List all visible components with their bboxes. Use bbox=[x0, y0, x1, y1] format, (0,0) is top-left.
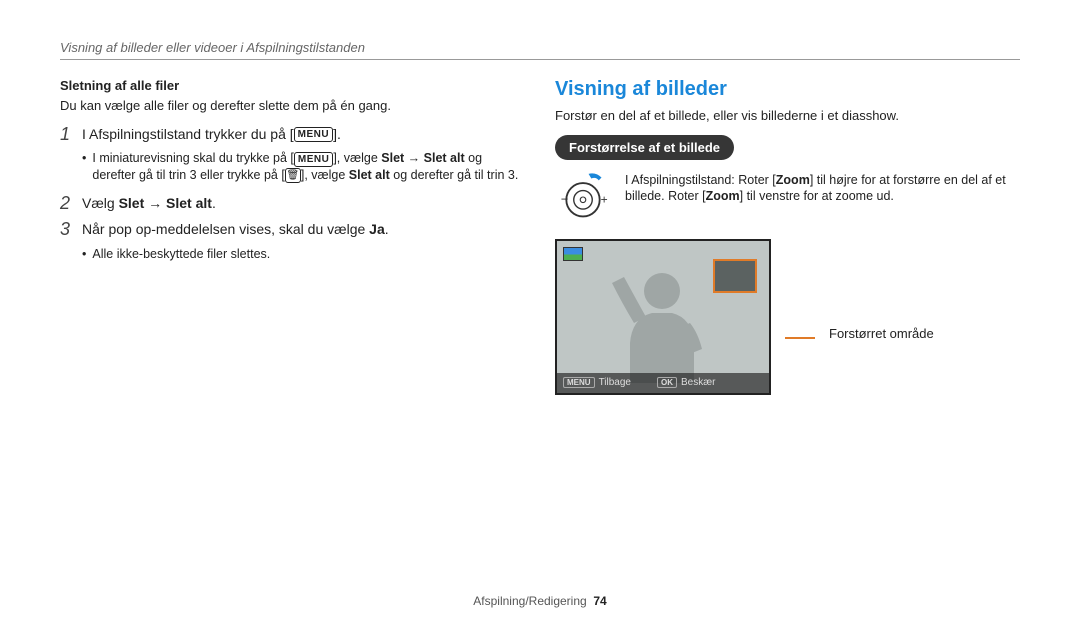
bullet-bold: Slet alt bbox=[424, 151, 465, 165]
bullet-item: Alle ikke-beskyttede filer slettes. bbox=[82, 246, 525, 263]
callout-label: Forstørret område bbox=[829, 326, 934, 341]
zoom-bold: Zoom bbox=[706, 189, 740, 203]
menu-button-icon: MENU bbox=[563, 377, 595, 388]
pill-label: Forstørrelse af et billede bbox=[555, 135, 734, 160]
ok-button-icon: OK bbox=[657, 377, 677, 388]
magnified-area bbox=[713, 259, 757, 293]
step-number: 3 bbox=[60, 220, 82, 240]
back-label: Tilbage bbox=[599, 377, 631, 388]
step-body: Vælg Slet → Slet alt. bbox=[82, 194, 525, 213]
section-title: Visning af billeder bbox=[555, 78, 1020, 101]
step-2: 2 Vælg Slet → Slet alt. bbox=[60, 194, 525, 214]
step-text: . bbox=[212, 195, 216, 211]
thumbnail-icon bbox=[563, 247, 583, 261]
divider bbox=[60, 59, 1020, 60]
step-text: . bbox=[385, 221, 389, 237]
leader-line bbox=[785, 337, 815, 339]
breadcrumb: Visning af billeder eller videoer i Afsp… bbox=[60, 40, 1020, 55]
step1-bullets: I miniaturevisning skal du trykke på [ME… bbox=[82, 150, 525, 184]
menu-icon: MENU bbox=[294, 152, 333, 167]
steps-list-cont: 2 Vælg Slet → Slet alt. 3 Når pop op-med… bbox=[60, 194, 525, 240]
menu-icon: MENU bbox=[294, 127, 333, 142]
content-columns: Sletning af alle filer Du kan vælge alle… bbox=[60, 78, 1020, 395]
bullet-text: Alle ikke-beskyttede filer slettes. bbox=[92, 246, 270, 263]
bullet-bold: Slet bbox=[381, 151, 404, 165]
bullet-text: I miniaturevisning skal du trykke på [ bbox=[92, 151, 293, 165]
zoom-text-part: I Afspilningstilstand: Roter [ bbox=[625, 173, 776, 187]
arrow: → bbox=[404, 151, 423, 165]
right-intro: Forstør en del af et billede, eller vis … bbox=[555, 107, 1020, 125]
zoom-row: − + I Afspilningstilstand: Roter [Zoom] … bbox=[555, 172, 1020, 225]
zoom-bold: Zoom bbox=[776, 173, 810, 187]
bullet-text: ], vælge bbox=[333, 151, 381, 165]
step-number: 2 bbox=[60, 194, 82, 214]
arrow: → bbox=[144, 195, 166, 211]
step-text: ]. bbox=[333, 126, 341, 142]
zoom-dial-icon: − + bbox=[555, 172, 611, 225]
crop-label: Beskær bbox=[681, 377, 715, 388]
svg-text:+: + bbox=[601, 192, 608, 206]
steps-list: 1 I Afspilningstilstand trykker du på [M… bbox=[60, 125, 525, 145]
step-bold: Slet bbox=[119, 195, 145, 211]
screen-block: MENU Tilbage OK Beskær Forstørret område bbox=[555, 239, 1020, 395]
screen-bottom-bar: MENU Tilbage OK Beskær bbox=[557, 373, 769, 393]
step-body: I Afspilningstilstand trykker du på [MEN… bbox=[82, 125, 525, 144]
bullet-text: ], vælge bbox=[301, 168, 349, 182]
trash-icon: 🗑 bbox=[285, 168, 301, 183]
camera-screen: MENU Tilbage OK Beskær bbox=[555, 239, 771, 395]
step-bold: Slet alt bbox=[166, 195, 212, 211]
right-column: Visning af billeder Forstør en del af et… bbox=[555, 78, 1020, 395]
step-body: Når pop op-meddelelsen vises, skal du væ… bbox=[82, 220, 525, 239]
step-text: Når pop op-meddelelsen vises, skal du væ… bbox=[82, 221, 369, 237]
left-heading: Sletning af alle filer bbox=[60, 78, 525, 93]
bullet-text: og derefter gå til trin 3. bbox=[390, 168, 519, 182]
left-intro: Du kan vælge alle filer og derefter slet… bbox=[60, 97, 525, 115]
step-1: 1 I Afspilningstilstand trykker du på [M… bbox=[60, 125, 525, 145]
bullet-item: I miniaturevisning skal du trykke på [ME… bbox=[82, 150, 525, 184]
zoom-description: I Afspilningstilstand: Roter [Zoom] til … bbox=[625, 172, 1020, 206]
footer-section: Afspilning/Redigering bbox=[473, 594, 586, 608]
bullet-bold: Slet alt bbox=[349, 168, 390, 182]
zoom-text-part: ] til venstre for at zoome ud. bbox=[740, 189, 894, 203]
step-text: Vælg bbox=[82, 195, 119, 211]
step-bold: Ja bbox=[369, 221, 385, 237]
page-footer: Afspilning/Redigering 74 bbox=[0, 594, 1080, 608]
step-text: I Afspilningstilstand trykker du på [ bbox=[82, 126, 294, 142]
left-column: Sletning af alle filer Du kan vælge alle… bbox=[60, 78, 525, 395]
page-number: 74 bbox=[593, 594, 606, 608]
step3-bullets: Alle ikke-beskyttede filer slettes. bbox=[82, 246, 525, 263]
svg-text:−: − bbox=[561, 191, 569, 206]
step-3: 3 Når pop op-meddelelsen vises, skal du … bbox=[60, 220, 525, 240]
step-number: 1 bbox=[60, 125, 82, 145]
silhouette-icon bbox=[602, 263, 722, 383]
